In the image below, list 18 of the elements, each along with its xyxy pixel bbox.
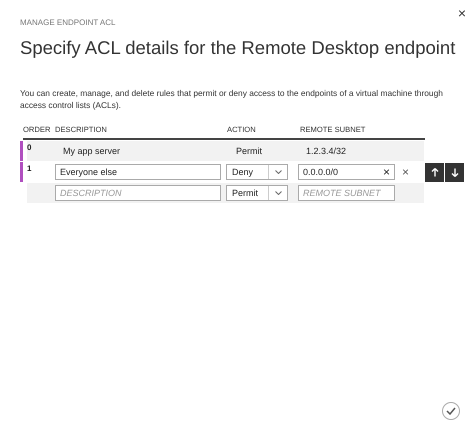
description-field[interactable]: DESCRIPTION xyxy=(55,185,221,201)
order-number: 0 xyxy=(27,142,32,152)
action-dropdown[interactable]: Deny xyxy=(226,164,288,180)
delete-button[interactable]: × xyxy=(402,166,410,178)
subnet-text: 1.2.3.4/32 xyxy=(306,146,346,156)
clear-button[interactable]: × xyxy=(382,166,390,178)
description-field[interactable]: Everyone else xyxy=(55,164,221,180)
subnet-field[interactable]: 0.0.0.0/0 × xyxy=(298,164,395,180)
description-text: My app server xyxy=(62,146,122,156)
order-number: 1 xyxy=(27,163,32,173)
table-row[interactable]: 0 My app server Permit 1.2.3.4/32 xyxy=(27,141,424,161)
action-text: Permit xyxy=(235,146,264,156)
dialog-title: Specify ACL details for the Remote Desktop endpoint xyxy=(20,37,456,59)
description-text: You can create, manage, and delete rules that permit or deny access to the endpoints of a virtual machine through access control lists (ACLs). xyxy=(20,87,444,111)
close-button[interactable]: × xyxy=(458,5,466,21)
dialog-subtitle: MANAGE ENDPOINT ACL xyxy=(20,18,116,27)
subnet-field[interactable]: REMOTE SUBNET xyxy=(298,185,395,201)
action-dropdown[interactable]: Permit xyxy=(226,185,288,201)
